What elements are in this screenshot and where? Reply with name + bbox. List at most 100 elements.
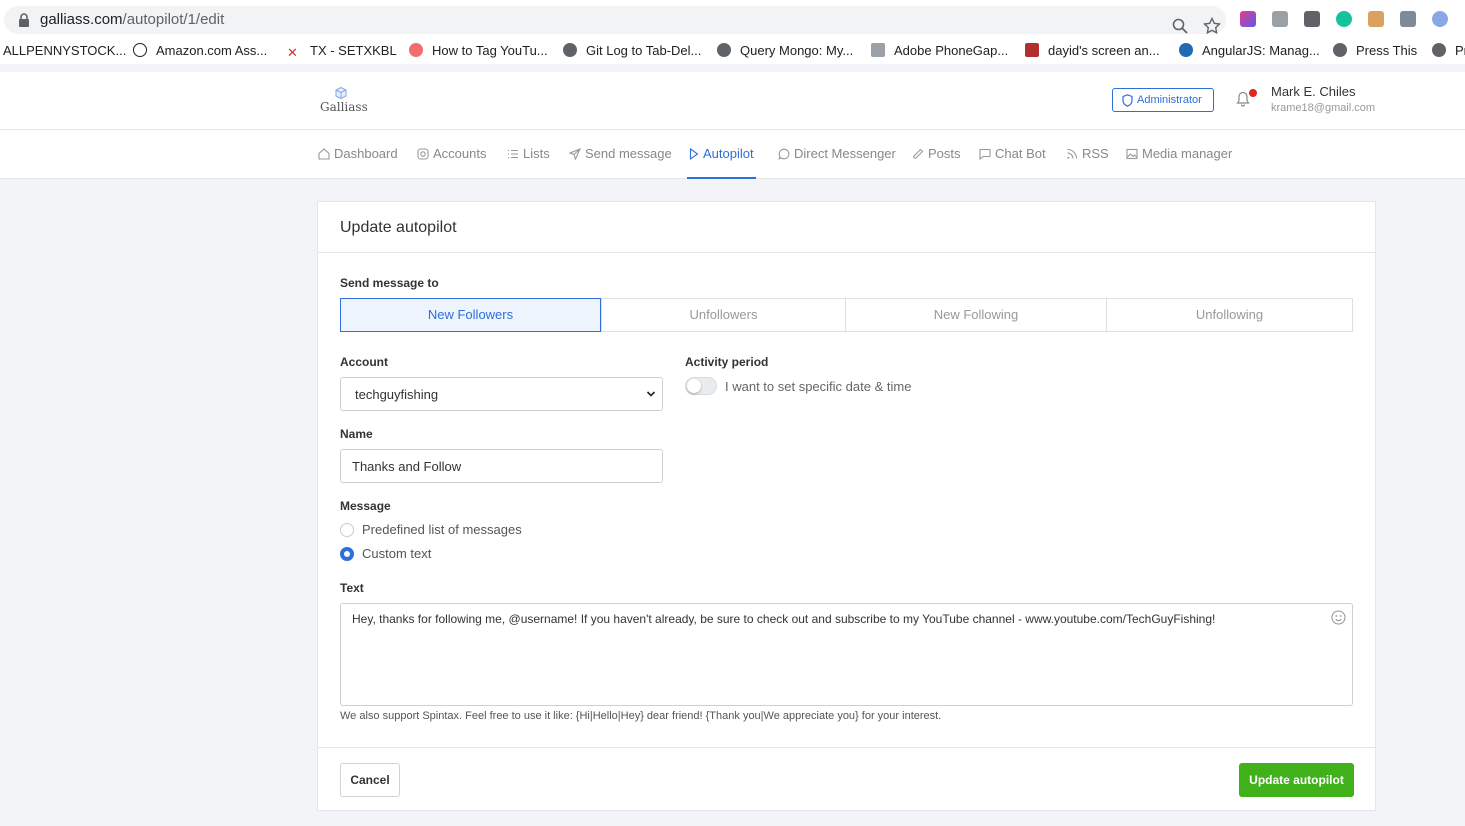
bookmark-label: Query Mongo: My... bbox=[740, 43, 854, 58]
bookmark-label: TX - SETXKBL bbox=[310, 43, 397, 58]
send-to-new-followers[interactable]: New Followers bbox=[340, 298, 601, 332]
send-to-unfollowers[interactable]: Unfollowers bbox=[601, 298, 846, 332]
grammarly-icon[interactable] bbox=[1336, 11, 1352, 27]
extension-icon[interactable] bbox=[1240, 11, 1256, 27]
send-to-new-following[interactable]: New Following bbox=[845, 298, 1107, 332]
extension-icon[interactable] bbox=[1432, 11, 1448, 27]
logo-text: Galliass bbox=[320, 100, 368, 114]
list-icon bbox=[508, 149, 518, 159]
radio-custom-text-label[interactable]: Custom text bbox=[362, 546, 431, 561]
administrator-label: Administrator bbox=[1137, 94, 1202, 106]
bookmark-star-icon[interactable] bbox=[1203, 17, 1221, 35]
nav-item-send-message[interactable]: Send message bbox=[568, 146, 672, 161]
bookmark-item[interactable]: ✕ TX - SETXKBL bbox=[287, 43, 397, 60]
phonegap-icon bbox=[871, 43, 885, 57]
app-header: Galliass Administrator Mark E. Chiles kr… bbox=[0, 72, 1465, 130]
chat-bubble-icon bbox=[778, 148, 790, 160]
user-name[interactable]: Mark E. Chiles bbox=[1271, 84, 1356, 99]
cancel-button[interactable]: Cancel bbox=[340, 763, 400, 797]
nav-item-posts[interactable]: Posts bbox=[912, 146, 961, 161]
url-field[interactable]: galliass.com/autopilot/1/edit bbox=[4, 6, 1226, 35]
message-textarea[interactable]: Hey, thanks for following me, @username!… bbox=[340, 603, 1353, 706]
radio-predefined-messages-label[interactable]: Predefined list of messages bbox=[362, 522, 522, 537]
nav-label: Send message bbox=[585, 146, 672, 161]
bookmark-item[interactable]: ALLPENNYSTOCK... bbox=[3, 43, 126, 58]
bookmarks-bar: ALLPENNYSTOCK... Amazon.com Ass... ✕ TX -… bbox=[0, 40, 1465, 64]
home-icon bbox=[318, 148, 330, 160]
lock-icon bbox=[19, 13, 29, 27]
nav-label: RSS bbox=[1082, 146, 1109, 161]
send-icon bbox=[568, 147, 582, 161]
bookmark-label: Press This bbox=[1356, 43, 1418, 58]
account-select[interactable]: techguyfishing bbox=[340, 377, 663, 411]
instagram-icon bbox=[417, 148, 429, 160]
nav-item-direct-messenger[interactable]: Direct Messenger bbox=[778, 146, 896, 161]
nav-item-accounts[interactable]: Accounts bbox=[417, 146, 486, 161]
activity-period-toggle[interactable] bbox=[685, 377, 717, 395]
bell-icon[interactable] bbox=[1236, 91, 1250, 107]
bookmark-item[interactable]: Press This bbox=[1333, 43, 1417, 58]
bookmark-label: Git Log to Tab-Del... bbox=[586, 43, 702, 58]
nav-item-autopilot[interactable]: Autopilot bbox=[689, 146, 754, 161]
pink-blob-icon bbox=[409, 43, 423, 57]
url-path: /autopilot/1/edit bbox=[122, 11, 225, 28]
shield-icon bbox=[1122, 94, 1133, 107]
bookmark-item[interactable]: Pr bbox=[1432, 43, 1465, 58]
nav-label: Media manager bbox=[1142, 146, 1233, 161]
name-label: Name bbox=[340, 427, 373, 441]
play-icon bbox=[689, 147, 699, 161]
zoom-icon[interactable] bbox=[1172, 18, 1188, 34]
activity-period-toggle-label[interactable]: I want to set specific date & time bbox=[725, 379, 911, 394]
drupal-icon bbox=[1179, 43, 1193, 57]
administrator-badge[interactable]: Administrator bbox=[1112, 88, 1214, 112]
extension-icon[interactable] bbox=[1400, 11, 1416, 27]
rss-icon bbox=[1067, 148, 1078, 159]
nav-label: Chat Bot bbox=[995, 146, 1046, 161]
account-label: Account bbox=[340, 355, 388, 369]
nav-item-lists[interactable]: Lists bbox=[507, 146, 550, 161]
logo[interactable]: Galliass bbox=[320, 87, 368, 117]
autopilot-form-card: Update autopilot Send message to New Fol… bbox=[317, 201, 1376, 811]
nav-item-chat-bot[interactable]: Chat Bot bbox=[979, 146, 1046, 161]
nav-item-media-manager[interactable]: Media manager bbox=[1126, 146, 1232, 161]
emoji-icon[interactable] bbox=[1331, 610, 1346, 625]
bookmark-item[interactable]: Adobe PhoneGap... bbox=[871, 43, 1008, 58]
bookmark-label: Adobe PhoneGap... bbox=[894, 43, 1009, 58]
spintax-hint: We also support Spintax. Feel free to us… bbox=[340, 710, 942, 722]
send-to-label: Send message to bbox=[340, 276, 439, 290]
bookmark-item[interactable]: AngularJS: Manag... bbox=[1179, 43, 1320, 58]
user-email: krame18@gmail.com bbox=[1271, 102, 1376, 114]
bookmark-item[interactable]: Query Mongo: My... bbox=[717, 43, 853, 58]
page-title: Update autopilot bbox=[340, 219, 457, 236]
message-text: Hey, thanks for following me, @username!… bbox=[352, 612, 1216, 626]
update-autopilot-button[interactable]: Update autopilot bbox=[1239, 763, 1354, 797]
url-host: galliass.com bbox=[40, 11, 123, 28]
bookmark-item[interactable]: dayid's screen an... bbox=[1025, 43, 1160, 58]
send-to-unfollowing[interactable]: Unfollowing bbox=[1106, 298, 1353, 332]
nav-item-dashboard[interactable]: Dashboard bbox=[318, 146, 398, 161]
nav-label: Autopilot bbox=[703, 146, 754, 161]
bookmark-item[interactable]: How to Tag YouTu... bbox=[409, 43, 548, 58]
radio-predefined-messages[interactable] bbox=[340, 523, 354, 537]
logo-cube-icon bbox=[335, 87, 347, 99]
nav-label: Accounts bbox=[433, 146, 487, 161]
extension-icon[interactable] bbox=[1272, 11, 1288, 27]
person-icon bbox=[1025, 43, 1039, 57]
nav-item-rss[interactable]: RSS bbox=[1066, 146, 1109, 161]
pencil-icon bbox=[913, 148, 924, 159]
globe-icon bbox=[563, 43, 577, 57]
amazon-icon bbox=[133, 43, 147, 57]
toggle-knob bbox=[687, 379, 701, 393]
text-label: Text bbox=[340, 581, 364, 595]
radio-custom-text[interactable] bbox=[340, 547, 354, 561]
bookmark-item[interactable]: Amazon.com Ass... bbox=[133, 43, 267, 58]
name-input[interactable]: Thanks and Follow bbox=[340, 449, 663, 483]
extension-icon[interactable] bbox=[1304, 11, 1320, 27]
globe-icon bbox=[717, 43, 731, 57]
globe-icon bbox=[1432, 43, 1446, 57]
notification-dot bbox=[1249, 89, 1257, 97]
browser-address-bar: galliass.com/autopilot/1/edit bbox=[0, 0, 1465, 40]
bookmark-item[interactable]: Git Log to Tab-Del... bbox=[563, 43, 701, 58]
extension-icon[interactable] bbox=[1368, 11, 1384, 27]
nav-label: Dashboard bbox=[334, 146, 398, 161]
